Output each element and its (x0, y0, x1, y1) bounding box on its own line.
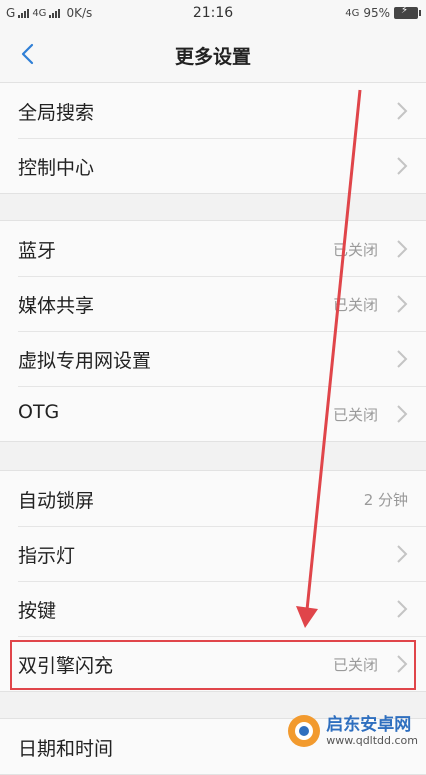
watermark-url: www.qdltdd.com (326, 733, 418, 747)
watermark-name: 启东安卓网 (326, 714, 412, 735)
watermark: 启东安卓网 www.qdltdd.com (287, 714, 418, 748)
watermark-logo-icon (288, 715, 321, 747)
annotation-arrow (296, 89, 362, 628)
